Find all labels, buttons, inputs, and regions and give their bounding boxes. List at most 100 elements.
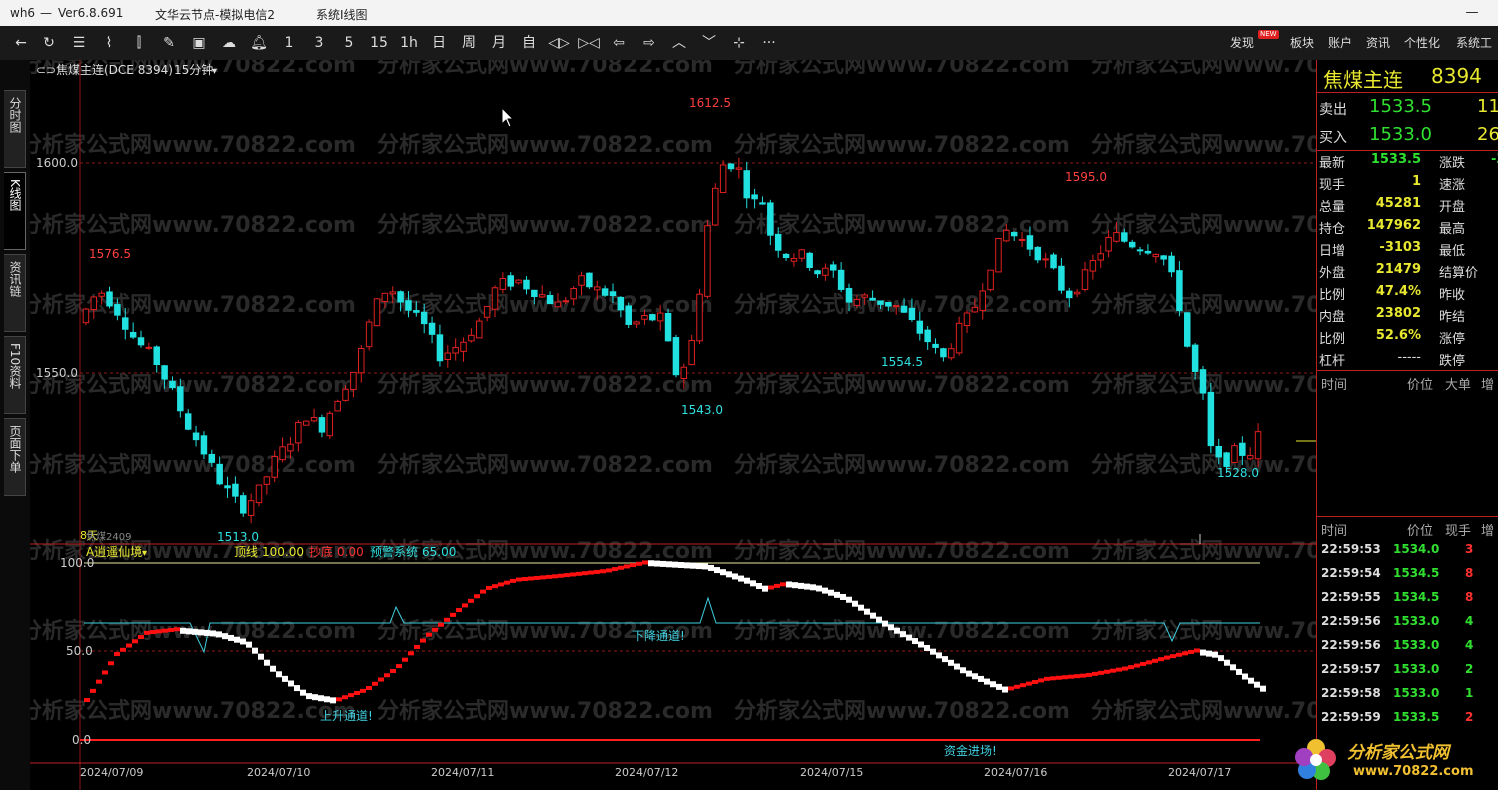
new-badge: NEW bbox=[1258, 30, 1279, 39]
minimize-button[interactable]: — bbox=[1452, 3, 1492, 23]
period-15[interactable]: 15 bbox=[366, 32, 392, 54]
indicator-bar bbox=[126, 643, 132, 648]
tab-kline[interactable]: K线图 bbox=[4, 172, 26, 250]
menu-system[interactable]: 系统工 bbox=[1456, 34, 1492, 51]
candle-body bbox=[853, 299, 861, 306]
period-selector[interactable]: 15分钟 bbox=[174, 62, 213, 77]
indicator-bar bbox=[462, 603, 468, 608]
menu-kline[interactable]: 系统I线图 bbox=[316, 6, 368, 23]
candle-body bbox=[507, 275, 514, 287]
indicator-bar bbox=[972, 673, 978, 680]
candle-body bbox=[255, 484, 263, 504]
indicator-bar bbox=[528, 576, 534, 581]
indicator-bar bbox=[384, 673, 390, 678]
layout-icon[interactable]: ▣ bbox=[186, 32, 212, 54]
period-day[interactable]: 日 bbox=[426, 32, 452, 54]
indicator-bar bbox=[1230, 664, 1236, 671]
watermark-text: 分析家公式网www.70822.com bbox=[1091, 452, 1316, 478]
indicator-bar bbox=[906, 634, 912, 641]
more-icon[interactable]: ··· bbox=[756, 32, 782, 54]
candle-body bbox=[1207, 391, 1215, 447]
period-custom[interactable]: 自 bbox=[516, 32, 542, 54]
candle-body bbox=[609, 291, 617, 297]
indicator-bar bbox=[636, 561, 642, 566]
down-icon[interactable]: ﹀ bbox=[696, 32, 722, 54]
line-chart-icon[interactable]: ⌇ bbox=[96, 32, 122, 54]
indicator-name[interactable]: A逍遥仙境 bbox=[86, 544, 142, 559]
quote-row-label-right: 涨停 bbox=[1439, 332, 1466, 347]
candle-body bbox=[373, 298, 381, 327]
tab-timeshare[interactable]: 分时图 bbox=[4, 90, 26, 168]
indicator-bar bbox=[288, 680, 294, 687]
period-1h[interactable]: 1h bbox=[396, 32, 422, 54]
candle-body bbox=[483, 306, 491, 318]
indicator-bar bbox=[1044, 676, 1050, 681]
back-icon[interactable]: ← bbox=[8, 32, 34, 54]
period-1[interactable]: 1 bbox=[276, 32, 302, 54]
tick-row: 22:59:58 1533.0 1 bbox=[1317, 686, 1498, 708]
bid-price: 1533.0 bbox=[1369, 124, 1432, 145]
zoom-in-icon[interactable]: ◁▷ bbox=[546, 32, 572, 54]
indicator-bar bbox=[324, 696, 330, 703]
candle-body bbox=[830, 264, 837, 271]
ask-label: 卖出 bbox=[1319, 102, 1347, 118]
indicator-bar bbox=[1188, 649, 1194, 654]
indicator-bar bbox=[228, 634, 234, 641]
indicator-bar bbox=[1026, 681, 1032, 686]
indicator-bar bbox=[330, 697, 336, 704]
date-0709: 2024/07/09 bbox=[80, 766, 143, 779]
cloud-icon[interactable]: ☁ bbox=[216, 32, 242, 54]
indicator-bar bbox=[558, 573, 564, 578]
alarm-icon[interactable]: 🔔︎ bbox=[246, 32, 272, 54]
candle-body bbox=[995, 238, 1002, 273]
quote-row-label: 现手 bbox=[1319, 178, 1346, 193]
annot-high-1576: 1576.5 bbox=[89, 247, 131, 261]
menu-discover[interactable]: 发现 bbox=[1230, 34, 1254, 51]
tab-f10[interactable]: F10资料 bbox=[4, 336, 26, 414]
candle-body bbox=[892, 305, 900, 308]
indicator-bar bbox=[642, 560, 648, 565]
kline-icon[interactable]: ⫿ bbox=[126, 32, 152, 54]
tick-price: 1533.0 bbox=[1393, 614, 1440, 628]
menu-news[interactable]: 资讯 bbox=[1366, 34, 1390, 51]
indicator-bar bbox=[150, 630, 156, 635]
refresh-icon[interactable]: ↻ bbox=[36, 32, 62, 54]
indicator-bar bbox=[414, 644, 420, 649]
list-icon[interactable]: ☰ bbox=[66, 32, 92, 54]
indicator-bar bbox=[204, 629, 210, 636]
quote-row-label: 外盘 bbox=[1319, 266, 1346, 281]
date-0716: 2024/07/16 bbox=[984, 766, 1047, 779]
candle-body bbox=[924, 329, 931, 343]
period-week[interactable]: 周 bbox=[456, 32, 482, 54]
candle-body bbox=[334, 400, 341, 412]
up-icon[interactable]: ︿ bbox=[666, 32, 692, 54]
indicator-dropdown-icon[interactable]: ▾ bbox=[142, 548, 147, 559]
quote-row-value: 1 bbox=[1411, 174, 1421, 189]
period-3[interactable]: 3 bbox=[306, 32, 332, 54]
tab-news-chain[interactable]: 资讯链 bbox=[4, 254, 26, 332]
drawing-icon[interactable]: ✎ bbox=[156, 32, 182, 54]
crosshair-icon[interactable]: ⊹ bbox=[726, 32, 752, 54]
period-month[interactable]: 月 bbox=[486, 32, 512, 54]
candle-body bbox=[1176, 270, 1183, 312]
period-5[interactable]: 5 bbox=[336, 32, 362, 54]
candle-body bbox=[861, 294, 868, 298]
kline-chart[interactable]: 分析家公式网www.70822.com 分析家公式网www.70822.com 分析… bbox=[30, 60, 1316, 790]
scroll-right-icon[interactable]: ⇨ bbox=[636, 32, 662, 54]
zoom-out-icon[interactable]: ▷◁ bbox=[576, 32, 602, 54]
scroll-left-icon[interactable]: ⇦ bbox=[606, 32, 632, 54]
candle-body bbox=[381, 292, 389, 302]
indicator-bar bbox=[1056, 675, 1062, 680]
contract-label: 焦煤2409 bbox=[86, 530, 131, 543]
tab-order[interactable]: 页面下单 bbox=[4, 418, 26, 496]
watermark-text: 分析家公式网www.70822.com bbox=[734, 452, 1070, 478]
indicator-bar bbox=[264, 659, 270, 666]
menu-account[interactable]: 账户 bbox=[1328, 34, 1352, 51]
indicator-bar bbox=[144, 630, 150, 635]
menu-personalize[interactable]: 个性化 bbox=[1404, 34, 1440, 51]
indicator-bar bbox=[438, 622, 444, 627]
period-dropdown-icon[interactable]: ▾ bbox=[212, 66, 217, 77]
tick-price: 1534.0 bbox=[1393, 542, 1440, 556]
menu-sector[interactable]: 板块 bbox=[1290, 34, 1314, 51]
candle-body bbox=[641, 315, 648, 320]
